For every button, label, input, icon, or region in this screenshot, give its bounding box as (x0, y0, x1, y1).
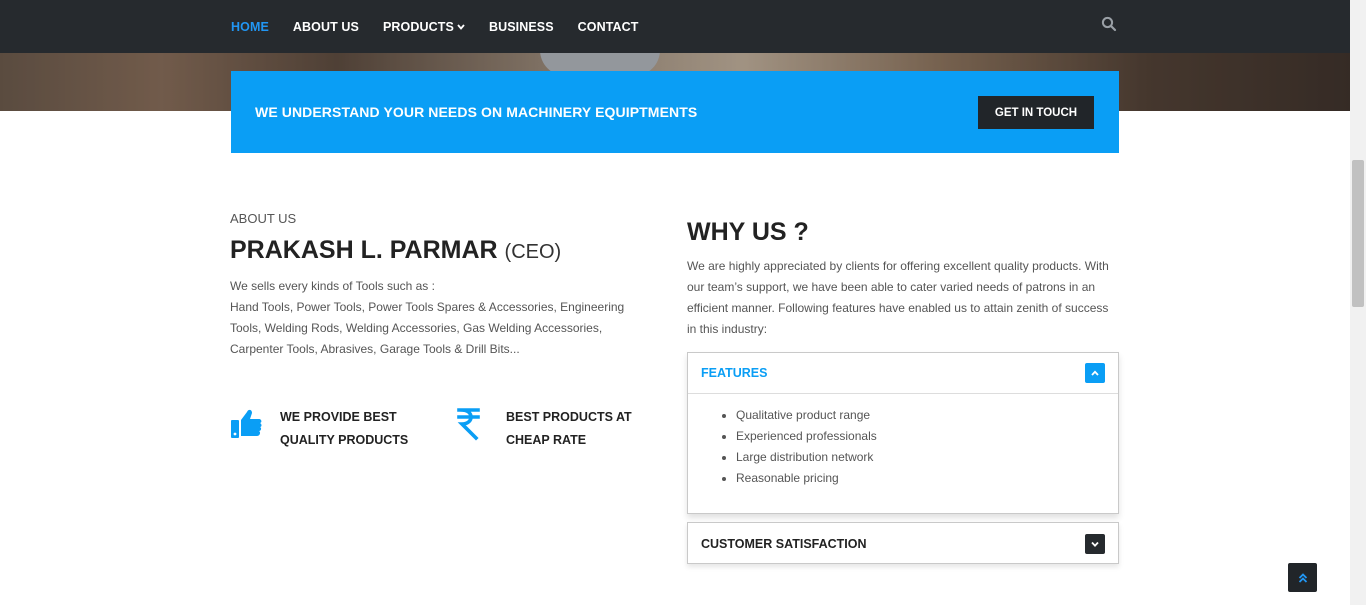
nav-item-home[interactable]: HOME (231, 20, 269, 34)
feature-rate-line2: CHEAP RATE (506, 433, 587, 447)
search-icon[interactable] (1101, 16, 1117, 32)
chevron-down-icon (457, 23, 465, 30)
ceo-name: PRAKASH L. PARMAR (230, 236, 498, 264)
about-intro-line2: Hand Tools, Power Tools, Power Tools Spa… (230, 300, 625, 356)
about-eyebrow: ABOUT US (230, 211, 297, 226)
thumbs-up-icon (231, 409, 262, 438)
feature-rate: BEST PRODUCTS AT CHEAP RATE (456, 406, 632, 452)
accordion-customer-satisfaction-title: CUSTOMER SATISFACTION (701, 536, 867, 551)
scrollbar-thumb[interactable] (1352, 160, 1364, 307)
why-us-title: WHY US ? (687, 218, 809, 246)
page: HOME ABOUT US PRODUCTS BUSINESS CONTACT … (0, 0, 1366, 605)
chevron-down-icon[interactable] (1085, 533, 1105, 554)
feature-quality: WE PROVIDE BEST QUALITY PRODUCTS (230, 406, 408, 452)
nav-item-about-us[interactable]: ABOUT US (293, 20, 359, 34)
list-item: Large distribution network (736, 447, 1118, 468)
list-item: Qualitative product range (736, 405, 1118, 426)
accordion-features-header[interactable]: FEATURES (688, 353, 1118, 394)
accordion-customer-satisfaction-header[interactable]: CUSTOMER SATISFACTION (688, 523, 1118, 564)
accordion-features: FEATURES Qualitative product range Exper… (687, 352, 1119, 514)
cta-text: WE UNDERSTAND YOUR NEEDS ON MACHINERY EQ… (255, 104, 698, 120)
feature-quality-line2: QUALITY PRODUCTS (280, 433, 409, 447)
features-list: Qualitative product range Experienced pr… (688, 394, 1118, 489)
feature-rate-line1: BEST PRODUCTS AT (506, 410, 632, 424)
list-item: Experienced professionals (736, 426, 1118, 447)
top-navbar: HOME ABOUT US PRODUCTS BUSINESS CONTACT (0, 0, 1350, 53)
rupee-icon (457, 408, 480, 441)
feature-quality-line1: WE PROVIDE BEST (280, 410, 397, 424)
get-in-touch-button[interactable]: GET IN TOUCH (978, 96, 1094, 129)
about-title: PRAKASH L. PARMAR (CEO) (230, 236, 561, 265)
accordion-customer-satisfaction: CUSTOMER SATISFACTION (687, 522, 1119, 564)
about-intro: We sells every kinds of Tools such as : … (230, 276, 650, 360)
chevron-up-icon[interactable] (1085, 363, 1105, 383)
nav-item-business[interactable]: BUSINESS (489, 20, 554, 34)
nav-item-contact[interactable]: CONTACT (578, 20, 639, 34)
nav-menu: HOME ABOUT US PRODUCTS BUSINESS CONTACT (231, 0, 663, 53)
page-scrollbar[interactable] (1350, 0, 1366, 605)
list-item: Reasonable pricing (736, 468, 1118, 489)
nav-item-products[interactable]: PRODUCTS (383, 20, 465, 34)
back-to-top-button[interactable] (1288, 563, 1317, 592)
about-intro-line1: We sells every kinds of Tools such as : (230, 279, 435, 293)
double-chevron-up-icon (1298, 572, 1307, 583)
cta-banner: WE UNDERSTAND YOUR NEEDS ON MACHINERY EQ… (231, 71, 1119, 153)
ceo-role: (CEO) (504, 241, 562, 263)
accordion-features-title: FEATURES (701, 366, 768, 380)
why-us-text: We are highly appreciated by clients for… (687, 259, 1109, 336)
